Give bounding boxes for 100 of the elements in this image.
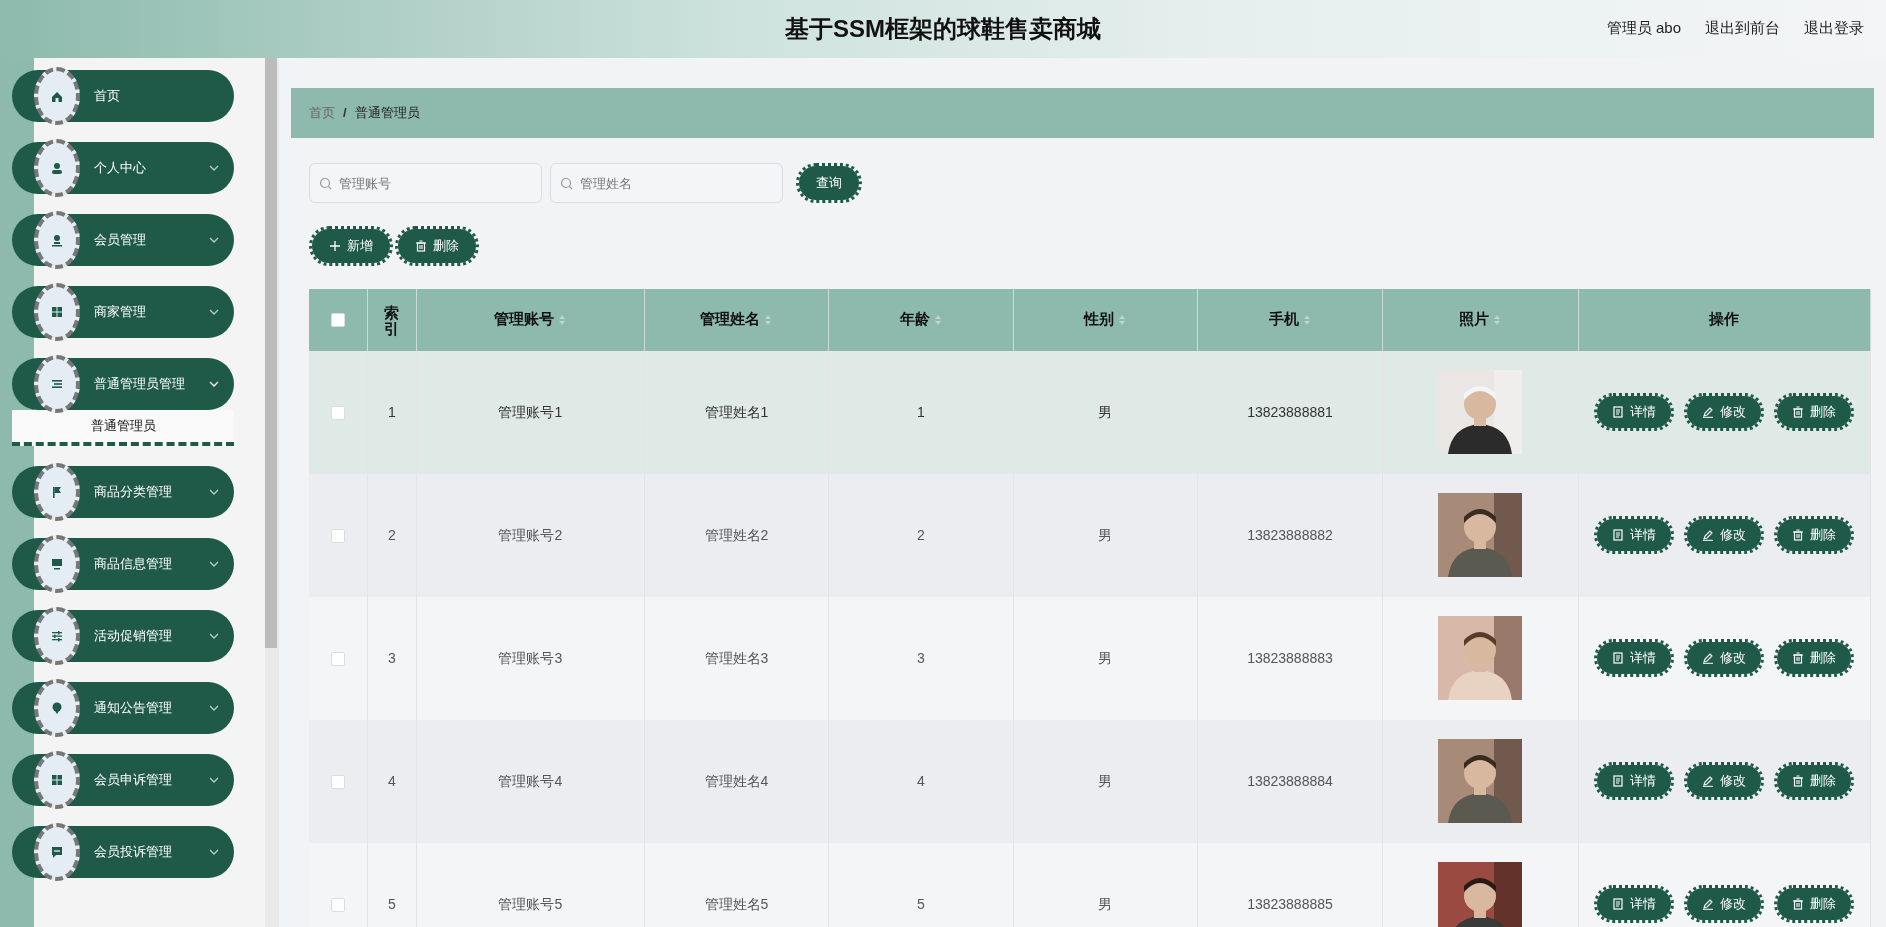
- sidebar-item[interactable]: 会员申诉管理: [12, 754, 234, 806]
- row-action-button[interactable]: 删除: [1777, 642, 1852, 674]
- pin-icon: [50, 701, 64, 715]
- row-checkbox[interactable]: [330, 774, 345, 789]
- trash-icon: [1792, 898, 1805, 910]
- trash-icon: [415, 239, 427, 252]
- trash-icon: [1792, 406, 1805, 418]
- sidebar-item[interactable]: 通知公告管理: [12, 682, 234, 734]
- row-checkbox[interactable]: [330, 651, 345, 666]
- table-cell: 男: [1098, 772, 1113, 789]
- sort-icon: [1493, 313, 1502, 326]
- breadcrumb-separator: /: [343, 104, 347, 123]
- table-cell: 男: [1098, 649, 1113, 666]
- sort-icon: [1302, 313, 1311, 326]
- search-field[interactable]: 管理姓名: [550, 163, 783, 203]
- column-header: 照片: [1459, 309, 1490, 330]
- pencil-icon: [1702, 529, 1715, 541]
- scrollbar-thumb[interactable]: [265, 58, 277, 648]
- header-link[interactable]: 退出到前台: [1705, 17, 1780, 40]
- sort-icon: [933, 313, 942, 326]
- table-cell: 13823888884: [1247, 772, 1333, 789]
- row-action-button[interactable]: 删除: [1777, 888, 1852, 920]
- list-icon: [50, 377, 64, 391]
- sidebar-item[interactable]: 首页: [12, 70, 234, 122]
- row-action-button[interactable]: 详情: [1597, 642, 1672, 674]
- page-title: 基于SSM框架的球鞋售卖商城: [785, 14, 1101, 44]
- search-icon: [560, 177, 573, 190]
- document-icon: [1612, 529, 1625, 541]
- column-header: 性别: [1084, 309, 1115, 330]
- table-cell: 管理姓名5: [704, 895, 769, 912]
- document-icon: [1612, 406, 1625, 418]
- search-button[interactable]: 查询: [799, 166, 859, 200]
- table-cell: 管理账号3: [498, 649, 563, 666]
- table-cell: 管理姓名2: [704, 526, 769, 543]
- sidebar-item[interactable]: 会员投诉管理: [12, 826, 234, 878]
- row-action-button[interactable]: 删除: [1777, 519, 1852, 551]
- row-action-button[interactable]: 详情: [1597, 765, 1672, 797]
- header-link[interactable]: 管理员 abo: [1606, 17, 1681, 40]
- table-cell: 3: [917, 649, 925, 666]
- flag-icon: [50, 485, 64, 499]
- sliders-icon: [50, 629, 64, 643]
- sidebar-item[interactable]: 会员管理: [12, 214, 234, 266]
- sort-icon: [764, 313, 773, 326]
- column-header: 索引: [384, 304, 400, 338]
- sort-icon: [558, 313, 567, 326]
- table-cell: 4: [388, 772, 396, 789]
- sidebar-item[interactable]: 商品信息管理: [12, 538, 234, 590]
- column-header: 手机: [1268, 309, 1299, 330]
- table-cell: 男: [1098, 403, 1113, 420]
- row-checkbox[interactable]: [330, 897, 345, 912]
- table-cell: 管理账号4: [498, 772, 563, 789]
- user-icon: [50, 161, 64, 175]
- table-cell: 管理姓名4: [704, 772, 769, 789]
- table-cell: 管理账号2: [498, 526, 563, 543]
- row-action-button[interactable]: 详情: [1597, 888, 1672, 920]
- header-link[interactable]: 退出登录: [1804, 17, 1864, 40]
- sidebar-item[interactable]: 个人中心: [12, 142, 234, 194]
- row-checkbox[interactable]: [330, 405, 345, 420]
- table-cell: 13823888885: [1247, 895, 1333, 912]
- home-icon: [50, 89, 64, 103]
- column-header: 操作: [1709, 309, 1740, 330]
- row-action-button[interactable]: 修改: [1687, 765, 1762, 797]
- trash-icon: [1792, 529, 1805, 541]
- table-cell: 管理姓名1: [704, 403, 769, 420]
- table-cell: 4: [917, 772, 925, 789]
- table-cell: 2: [917, 526, 925, 543]
- search-icon: [319, 177, 332, 190]
- chat-icon: [50, 845, 64, 859]
- trash-icon: [1792, 775, 1805, 787]
- pencil-icon: [1702, 406, 1715, 418]
- table-cell: 13823888881: [1247, 403, 1333, 420]
- row-action-button[interactable]: 修改: [1687, 888, 1762, 920]
- sidebar-item[interactable]: 商家管理: [12, 286, 234, 338]
- table-cell: 管理账号1: [498, 403, 563, 420]
- table-cell: 1: [917, 403, 925, 420]
- row-action-button[interactable]: 修改: [1687, 396, 1762, 428]
- select-all-checkbox[interactable]: [330, 313, 345, 328]
- pencil-icon: [1702, 898, 1715, 910]
- row-action-button[interactable]: 详情: [1597, 396, 1672, 428]
- table-cell: 男: [1098, 526, 1113, 543]
- table-cell: 13823888883: [1247, 649, 1333, 666]
- table-cell: 5: [388, 895, 396, 912]
- document-icon: [1612, 652, 1625, 664]
- pencil-icon: [1702, 652, 1715, 664]
- sidebar-item[interactable]: 普通管理员管理: [12, 358, 234, 410]
- row-action-button[interactable]: 详情: [1597, 519, 1672, 551]
- sidebar-item[interactable]: 商品分类管理: [12, 466, 234, 518]
- row-action-button[interactable]: 修改: [1687, 642, 1762, 674]
- row-checkbox[interactable]: [330, 528, 345, 543]
- search-field[interactable]: 管理账号: [309, 163, 542, 203]
- table-cell: 5: [917, 895, 925, 912]
- sidebar-item[interactable]: 活动促销管理: [12, 610, 234, 662]
- person-icon: [50, 233, 64, 247]
- action-button[interactable]: 删除: [398, 229, 476, 263]
- row-action-button[interactable]: 删除: [1777, 396, 1852, 428]
- row-action-button[interactable]: 删除: [1777, 765, 1852, 797]
- action-button[interactable]: 新增: [312, 229, 390, 263]
- row-action-button[interactable]: 修改: [1687, 519, 1762, 551]
- document-icon: [1612, 775, 1625, 787]
- submenu-item[interactable]: 普通管理员: [12, 410, 234, 446]
